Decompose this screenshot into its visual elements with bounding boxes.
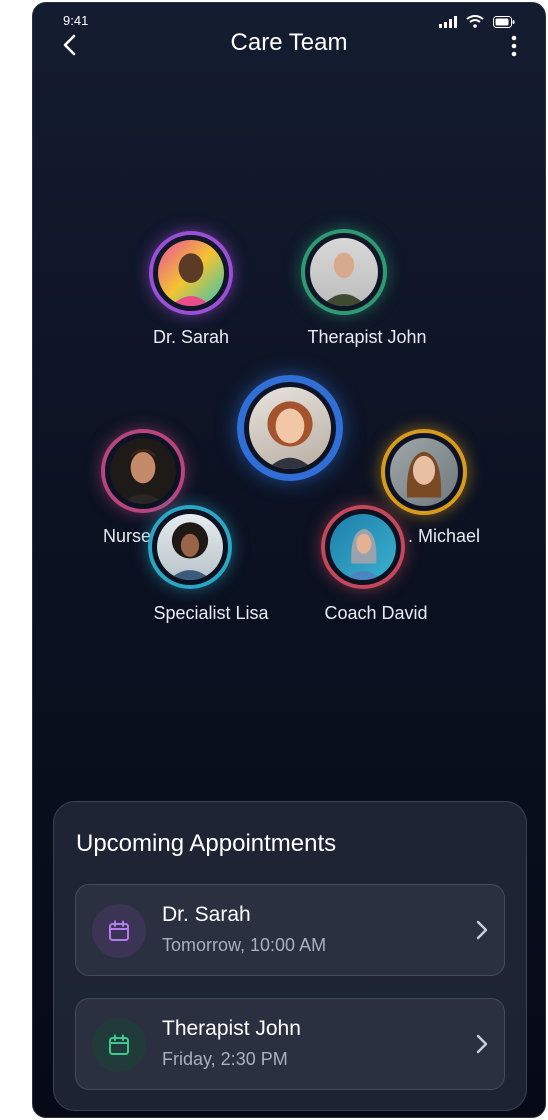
avatar (158, 240, 224, 306)
team-member-specialist-lisa[interactable] (148, 505, 232, 589)
team-member-michael[interactable] (381, 429, 467, 515)
calendar-icon (109, 920, 129, 941)
avatar (330, 514, 396, 580)
section-title: Upcoming Appointments (76, 830, 337, 857)
header: Care Team (33, 25, 545, 63)
team-member-nurse[interactable] (101, 429, 185, 513)
avatar (390, 438, 458, 506)
page-title: Care Team (230, 29, 348, 56)
avatar (249, 387, 331, 469)
upcoming-appointments-card: Upcoming Appointments Dr. Sarah Tomorrow… (53, 801, 527, 1111)
more-options-icon[interactable] (509, 35, 519, 57)
avatar (310, 238, 378, 306)
appointment-item[interactable]: Therapist John Friday, 2:30 PM (75, 998, 505, 1090)
team-member-dr-sarah[interactable] (149, 231, 233, 315)
appointment-name: Therapist John (162, 1017, 301, 1040)
appointment-item[interactable]: Dr. Sarah Tomorrow, 10:00 AM (75, 884, 505, 976)
team-member-center[interactable] (237, 375, 343, 481)
team-member-label: . Michael (407, 526, 481, 546)
team-member-coach-david[interactable] (321, 505, 405, 589)
team-member-label: Specialist Lisa (153, 603, 269, 623)
team-member-label: Coach David (324, 603, 428, 623)
appointment-time: Friday, 2:30 PM (162, 1049, 288, 1069)
calendar-icon (109, 1034, 129, 1055)
avatar (157, 514, 223, 580)
appointment-time: Tomorrow, 10:00 AM (162, 935, 327, 955)
appointment-icon-badge (92, 904, 146, 958)
team-member-therapist-john[interactable] (301, 229, 387, 315)
phone-screen: 9:41 Care Team Dr. Sarah Therapist John … (32, 2, 546, 1118)
avatar (110, 438, 176, 504)
team-member-label: Dr. Sarah (152, 327, 230, 347)
chevron-right-icon (476, 920, 488, 940)
appointment-name: Dr. Sarah (162, 903, 251, 926)
appointment-icon-badge (92, 1018, 146, 1072)
team-member-label: Nurse (102, 526, 152, 546)
chevron-right-icon (476, 1034, 488, 1054)
team-member-label: Therapist John (307, 327, 427, 347)
